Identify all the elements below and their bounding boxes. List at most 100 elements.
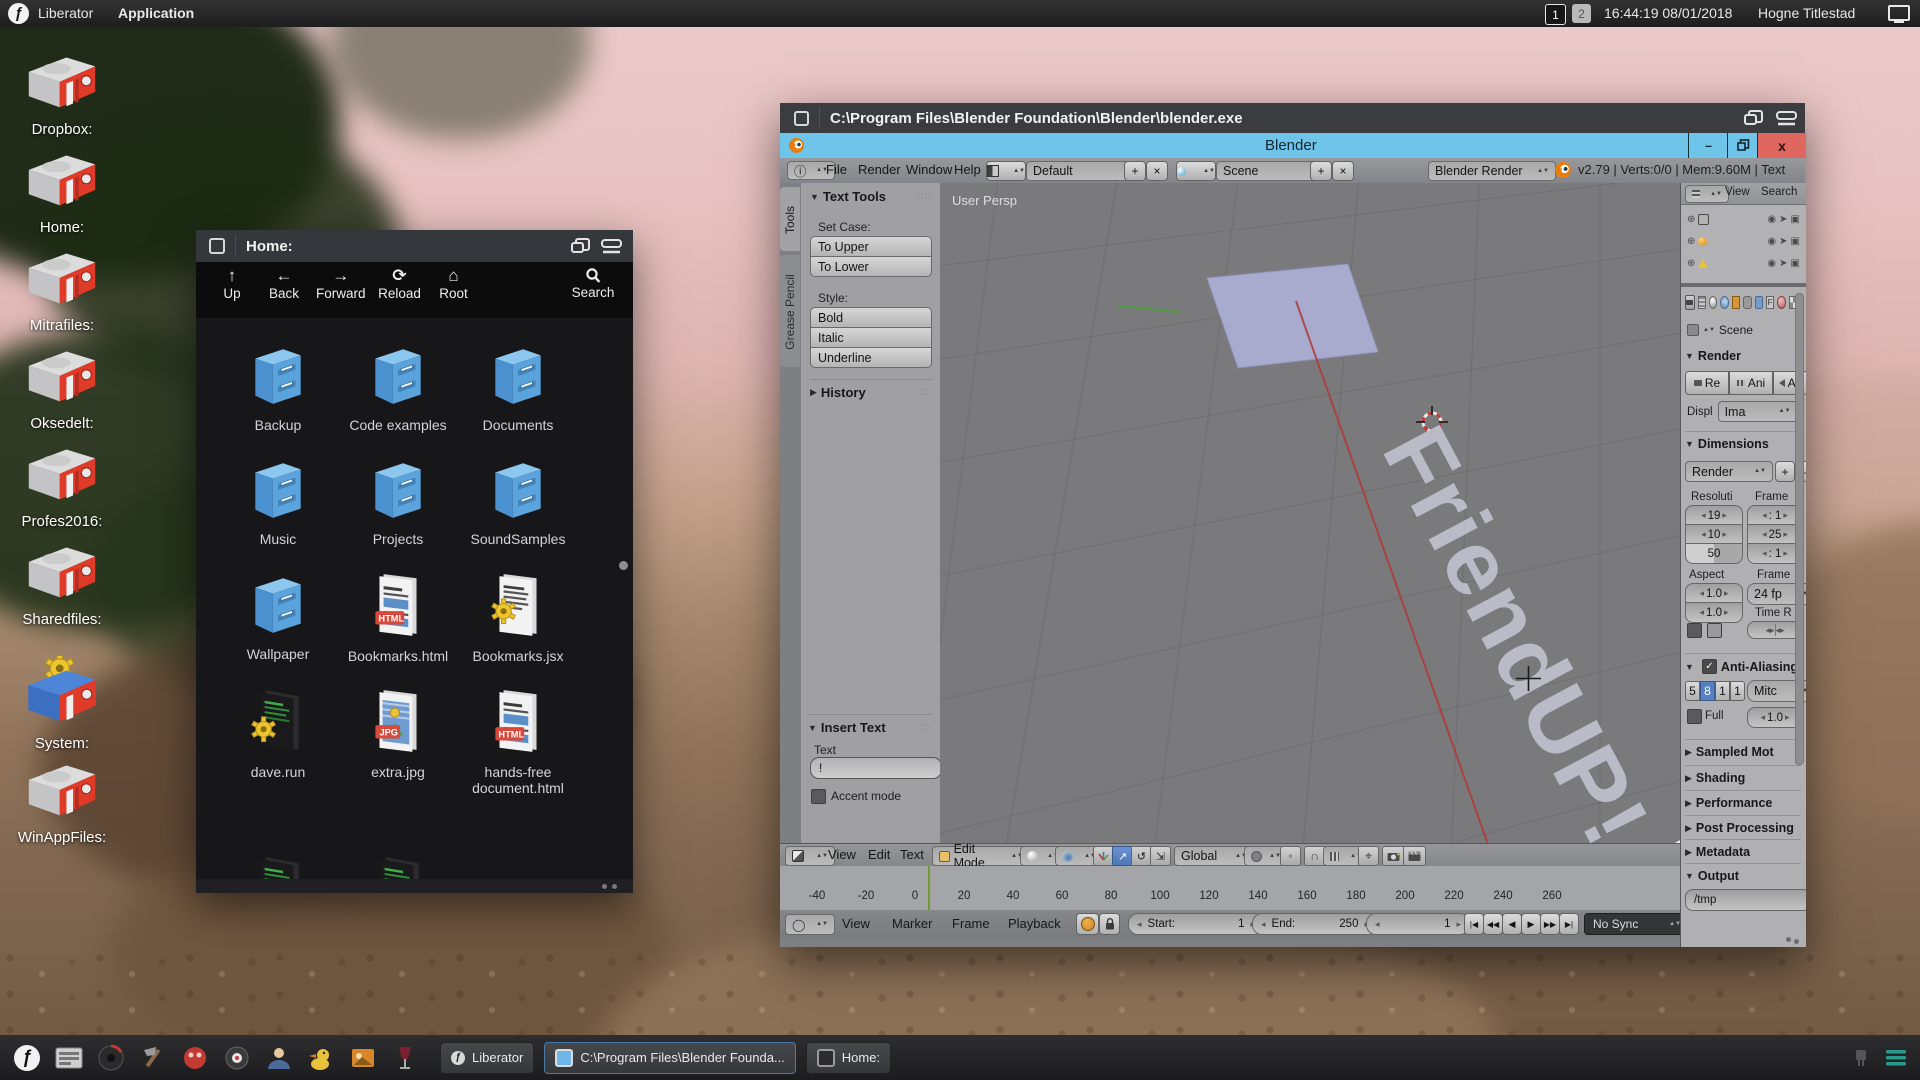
resolution-x-field[interactable]: ◂19▸ — [1685, 505, 1743, 526]
outliner-row[interactable]: ⊕ ◉ ➤ ▣ — [1687, 210, 1800, 228]
sampled-motion-panel-header[interactable]: Sampled Mot — [1696, 745, 1774, 759]
fm-tool-search[interactable]: Search — [571, 262, 615, 300]
desktop-icon-winappfiles[interactable]: WinAppFiles: — [6, 760, 118, 846]
taskbar-record-icon[interactable] — [219, 1040, 255, 1076]
fm-tool-back[interactable]: ← Back — [262, 262, 306, 301]
aspect-y-field[interactable]: ◂1.0▸ — [1685, 602, 1743, 623]
file-item[interactable]: Bookmarks.html — [340, 570, 456, 664]
screen-badge-1[interactable]: 1 — [1545, 4, 1566, 25]
panel-grip[interactable]: :::: — [917, 387, 932, 398]
taskbar-terminal-icon[interactable] — [51, 1040, 87, 1076]
disclosure-icon[interactable]: ▶ — [1685, 847, 1692, 858]
layout-add-button[interactable]: + — [1124, 161, 1146, 181]
renderable-icon[interactable]: ▣ — [1791, 258, 1800, 269]
expand-icon[interactable]: ⊕ — [1687, 258, 1695, 269]
scene-add-button[interactable]: + — [1310, 161, 1332, 181]
taskbar-red-app-icon[interactable] — [177, 1040, 213, 1076]
stepper-left-icon[interactable]: ◂ — [1375, 919, 1380, 930]
menu-file[interactable]: File — [826, 162, 847, 177]
desktop-icon-oksedelt[interactable]: Oksedelt: — [6, 346, 118, 432]
fm-title-bar[interactable]: Home: — [196, 230, 633, 262]
wm-window-icon[interactable] — [794, 111, 809, 126]
disclosure-icon[interactable]: ▼ — [1685, 871, 1694, 881]
fm-tool-reload[interactable]: ⟳ Reload — [378, 262, 422, 301]
visibility-eye-icon[interactable]: ◉ — [1767, 258, 1776, 269]
disclosure-icon[interactable]: ▶ — [1685, 798, 1692, 809]
end-frame-field[interactable]: ◂ End: 250 ▸ — [1252, 913, 1378, 935]
performance-panel-header[interactable]: Performance — [1696, 796, 1772, 810]
visibility-eye-icon[interactable]: ◉ — [1767, 236, 1776, 247]
full-sample-checkbox[interactable] — [1687, 709, 1702, 724]
sync-select[interactable]: No Sync ▲▼ — [1584, 913, 1690, 935]
disclosure-icon[interactable]: ▶ — [1685, 823, 1692, 834]
file-item[interactable]: hands-free document.html — [460, 686, 576, 796]
view-menu[interactable]: View — [828, 847, 856, 862]
render-panel-header[interactable]: Render — [1698, 349, 1741, 363]
stepper-left-icon[interactable]: ◂ — [1137, 919, 1142, 930]
timeline-marker-menu[interactable]: Marker — [892, 916, 932, 931]
aa-samples-8-button[interactable]: 8 — [1700, 681, 1715, 701]
start-frame-field[interactable]: ◂ Start: 1 ▸ — [1128, 913, 1264, 935]
render-button[interactable]: Re — [1685, 371, 1729, 395]
metadata-panel-header[interactable]: Metadata — [1696, 845, 1750, 859]
timeline-view-menu[interactable]: View — [842, 916, 870, 931]
tab-render-layers-icon[interactable] — [1698, 296, 1706, 309]
post-processing-panel-header[interactable]: Post Processing — [1696, 821, 1794, 835]
fm-tool-forward[interactable]: → Forward — [316, 262, 366, 301]
expand-icon[interactable]: ⊕ — [1687, 214, 1695, 225]
desktop-icon-sharedfiles[interactable]: Sharedfiles: — [6, 542, 118, 628]
editor-type-timeline-selector[interactable]: ◯▲▼ — [785, 914, 835, 935]
fm-tool-up[interactable]: ↑ Up — [210, 262, 254, 301]
desktop-icon-home[interactable]: Home: — [6, 150, 118, 236]
timeline-playback-menu[interactable]: Playback — [1008, 916, 1061, 931]
expand-icon[interactable]: ⊕ — [1687, 236, 1695, 247]
auto-keyframe-button[interactable] — [1076, 913, 1099, 935]
tab-tools[interactable]: Tools — [780, 187, 800, 251]
blender-app-titlebar[interactable]: Blender – x — [780, 133, 1805, 158]
desktop-icon-mitrafiles[interactable]: Mitrafiles: — [6, 248, 118, 334]
taskbar-disc-icon[interactable] — [93, 1040, 129, 1076]
dimensions-panel-header[interactable]: Dimensions — [1698, 437, 1769, 451]
fm-resize-grip[interactable] — [612, 884, 617, 889]
tab-world-icon[interactable] — [1720, 296, 1728, 309]
file-item[interactable]: Backup — [220, 343, 336, 433]
scale-manipulator-button[interactable]: ⇲ — [1150, 846, 1171, 866]
taskbar-tools-icon[interactable] — [135, 1040, 171, 1076]
tab-scene-icon[interactable] — [1709, 296, 1717, 309]
panel-grip[interactable]: :::: — [917, 722, 932, 733]
disclosure-icon[interactable]: ▶ — [1685, 747, 1692, 758]
desktop-icon-dropbox[interactable]: Dropbox: — [6, 52, 118, 138]
task-button-home[interactable]: Home: — [806, 1042, 891, 1074]
disclosure-icon[interactable]: ▼ — [1685, 439, 1694, 449]
to-lower-button[interactable]: To Lower — [810, 256, 932, 277]
wm-shade-icon[interactable] — [1775, 109, 1799, 127]
menu-window[interactable]: Window — [906, 162, 952, 177]
restore-button[interactable] — [1727, 133, 1758, 158]
file-item[interactable]: Music — [220, 457, 336, 547]
play-button[interactable]: ▶ — [1521, 913, 1541, 935]
menu-liberator[interactable]: Liberator — [38, 5, 93, 21]
play-reverse-button[interactable]: ◀ — [1502, 913, 1522, 935]
minimize-button[interactable]: – — [1688, 133, 1728, 158]
italic-button[interactable]: Italic — [810, 327, 932, 348]
disclosure-icon[interactable]: ▼ — [1685, 351, 1694, 361]
aa-samples-16-button[interactable]: 1 — [1730, 681, 1745, 701]
taskbar-photos-icon[interactable] — [345, 1040, 381, 1076]
tab-material-icon[interactable] — [1777, 296, 1785, 309]
preset-add-button[interactable]: + — [1775, 461, 1795, 482]
render-engine-select[interactable]: Blender Render▲▼ — [1428, 161, 1556, 181]
opengl-render-button[interactable] — [1382, 846, 1405, 866]
disclosure-icon[interactable]: ▼ — [810, 192, 819, 202]
file-item[interactable]: dave.run — [220, 686, 336, 780]
disclosure-icon[interactable]: ▼ — [1685, 662, 1694, 672]
aa-samples-5-button[interactable]: 5 — [1685, 681, 1700, 701]
current-frame-marker[interactable] — [928, 866, 930, 910]
tray-plug-icon[interactable] — [1847, 1040, 1875, 1076]
to-upper-button[interactable]: To Upper — [810, 236, 932, 257]
screen-badge-2[interactable]: 2 — [1572, 4, 1591, 23]
text-menu[interactable]: Text — [900, 847, 924, 862]
tab-grease-pencil[interactable]: Grease Pencil — [780, 255, 800, 367]
orientation-select[interactable]: Global▲▼ — [1174, 846, 1254, 866]
aa-samples-11-button[interactable]: 1 — [1715, 681, 1730, 701]
crop-checkbox[interactable] — [1707, 623, 1722, 638]
